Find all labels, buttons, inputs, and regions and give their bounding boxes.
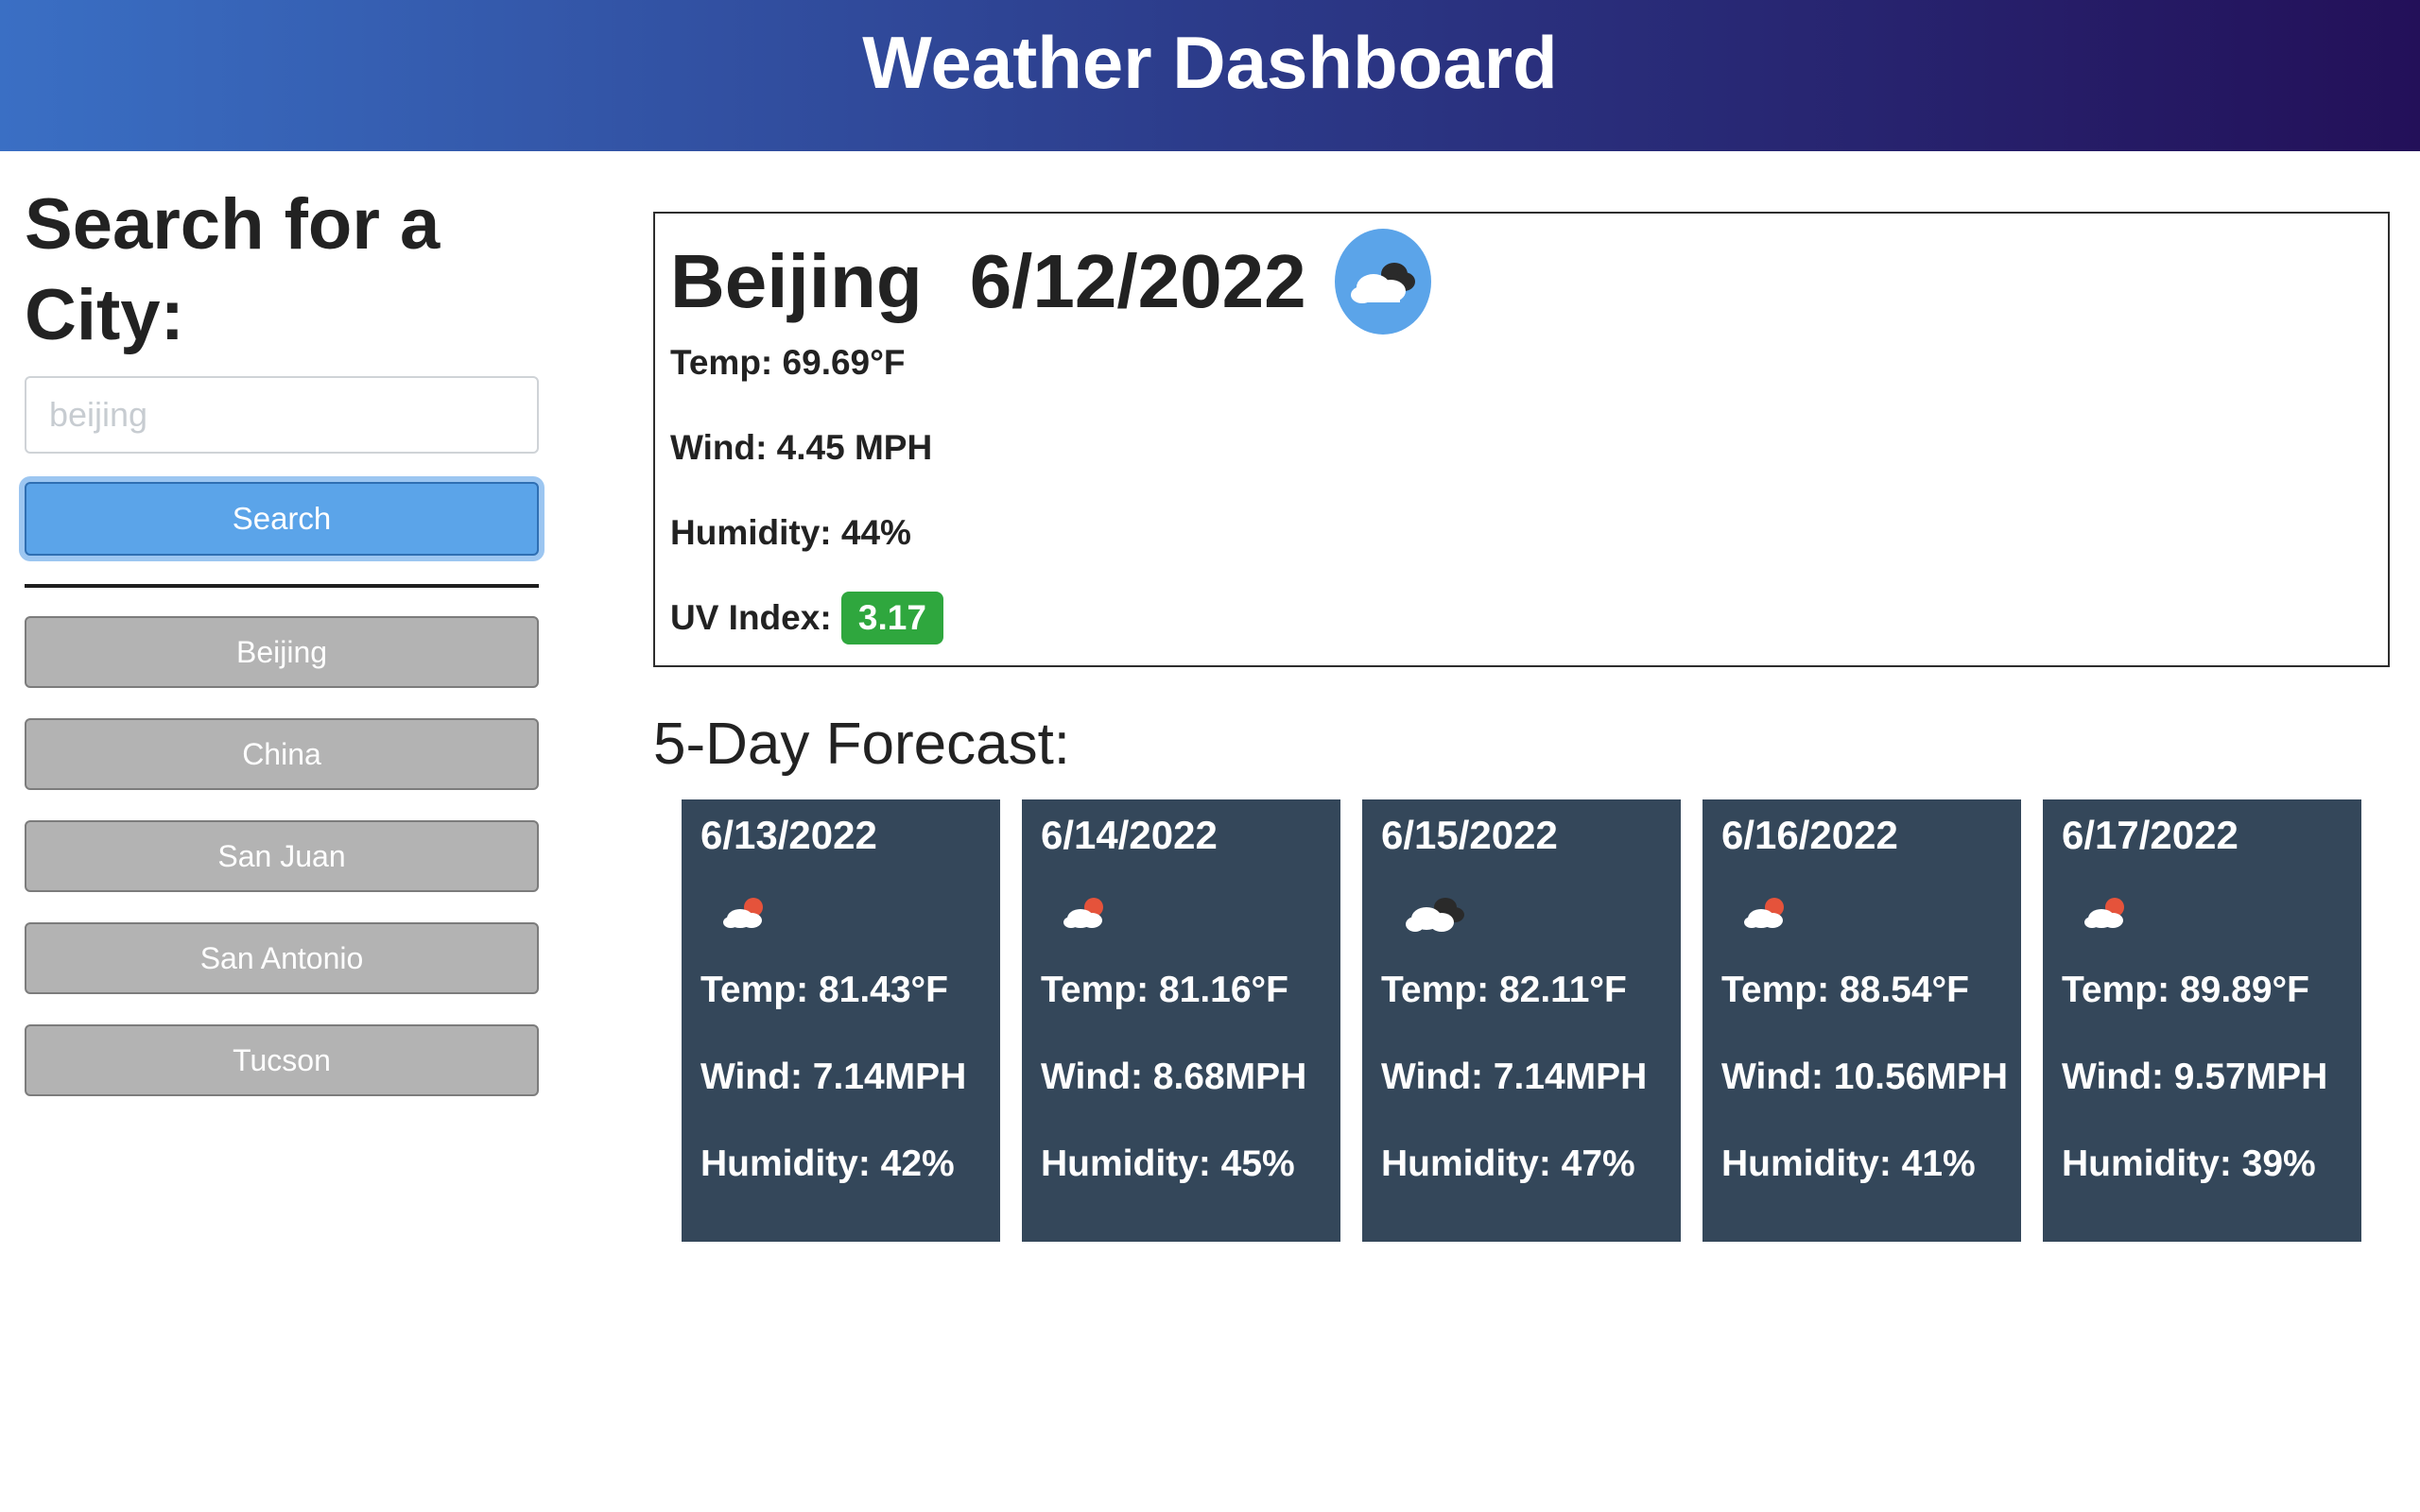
- history-button-san-juan[interactable]: San Juan: [25, 820, 539, 892]
- forecast-date: 6/17/2022: [2062, 813, 2238, 857]
- current-uv: UV Index: 3.17: [670, 592, 2373, 644]
- partly-cloudy-icon: [700, 864, 981, 962]
- history-button-china[interactable]: China: [25, 718, 539, 790]
- forecast-card: 6/14/2022 Temp: 81.16°F Wind: 8.68MPH Hu…: [1022, 799, 1340, 1242]
- forecast-humidity: Humidity: 42%: [700, 1143, 955, 1184]
- search-history: Beijing China San Juan San Antonio Tucso…: [25, 616, 539, 1096]
- forecast-card: 6/16/2022 Temp: 88.54°F Wind: 10.56MPH H…: [1703, 799, 2021, 1242]
- search-button[interactable]: Search: [25, 482, 539, 556]
- cloudy-icon: [1381, 864, 1662, 962]
- app-header: Weather Dashboard: [0, 0, 2420, 151]
- forecast-wind: Wind: 10.56MPH: [1721, 1057, 2009, 1097]
- forecast-temp: Temp: 81.43°F: [700, 970, 948, 1010]
- cloudy-icon: [1334, 229, 1431, 335]
- uv-label: UV Index:: [670, 598, 832, 637]
- search-sidebar: Search for a City: Search Beijing China …: [25, 180, 539, 1126]
- current-city-name: Beijing: [670, 239, 923, 323]
- current-humidity: Humidity: 44%: [670, 513, 911, 552]
- forecast-date: 6/13/2022: [700, 813, 877, 857]
- forecast-humidity: Humidity: 41%: [1721, 1143, 1976, 1184]
- forecast-wind: Wind: 7.14MPH: [700, 1057, 967, 1097]
- forecast-wind: Wind: 8.68MPH: [1041, 1057, 1307, 1097]
- partly-cloudy-icon: [1041, 864, 1322, 962]
- forecast-humidity: Humidity: 47%: [1381, 1143, 1635, 1184]
- forecast-temp: Temp: 81.16°F: [1041, 970, 1288, 1010]
- search-heading: Search for a City:: [25, 184, 441, 355]
- forecast-temp: Temp: 82.11°F: [1381, 970, 1627, 1010]
- forecast-title: 5-Day Forecast:: [653, 712, 1071, 777]
- forecast-humidity: Humidity: 45%: [1041, 1143, 1295, 1184]
- forecast-date: 6/15/2022: [1381, 813, 1558, 857]
- forecast-date: 6/14/2022: [1041, 813, 1218, 857]
- current-wind: Wind: 4.45 MPH: [670, 428, 933, 467]
- forecast-card: 6/17/2022 Temp: 89.89°F Wind: 9.57MPH Hu…: [2043, 799, 2361, 1242]
- uv-badge: 3.17: [840, 592, 943, 644]
- forecast-temp: Temp: 89.89°F: [2062, 970, 2309, 1010]
- history-button-tucson[interactable]: Tucson: [25, 1024, 539, 1096]
- current-date: 6/12/2022: [969, 239, 1306, 323]
- current-weather-header: Beijing 6/12/2022: [670, 227, 2373, 336]
- history-button-san-antonio[interactable]: San Antonio: [25, 922, 539, 994]
- forecast-humidity: Humidity: 39%: [2062, 1143, 2316, 1184]
- forecast-wind: Wind: 9.57MPH: [2062, 1057, 2328, 1097]
- current-weather-panel: Beijing 6/12/2022 Temp: 69.69°F Wind: 4.…: [653, 212, 2390, 667]
- forecast-cards: 6/13/2022 Temp: 81.43°F Wind: 7.14MPH Hu…: [682, 799, 2361, 1242]
- current-temp: Temp: 69.69°F: [670, 343, 906, 382]
- sidebar-divider: [25, 584, 539, 588]
- forecast-temp: Temp: 88.54°F: [1721, 970, 1969, 1010]
- forecast-card: 6/13/2022 Temp: 81.43°F Wind: 7.14MPH Hu…: [682, 799, 1000, 1242]
- app-title: Weather Dashboard: [862, 20, 1558, 104]
- history-button-beijing[interactable]: Beijing: [25, 616, 539, 688]
- partly-cloudy-icon: [1721, 864, 2002, 962]
- forecast-wind: Wind: 7.14MPH: [1381, 1057, 1648, 1097]
- city-search-input[interactable]: [25, 376, 539, 454]
- forecast-card: 6/15/2022 Temp: 82.11°F Wind: 7.14MPH Hu…: [1362, 799, 1681, 1242]
- partly-cloudy-icon: [2062, 864, 2342, 962]
- forecast-date: 6/16/2022: [1721, 813, 1898, 857]
